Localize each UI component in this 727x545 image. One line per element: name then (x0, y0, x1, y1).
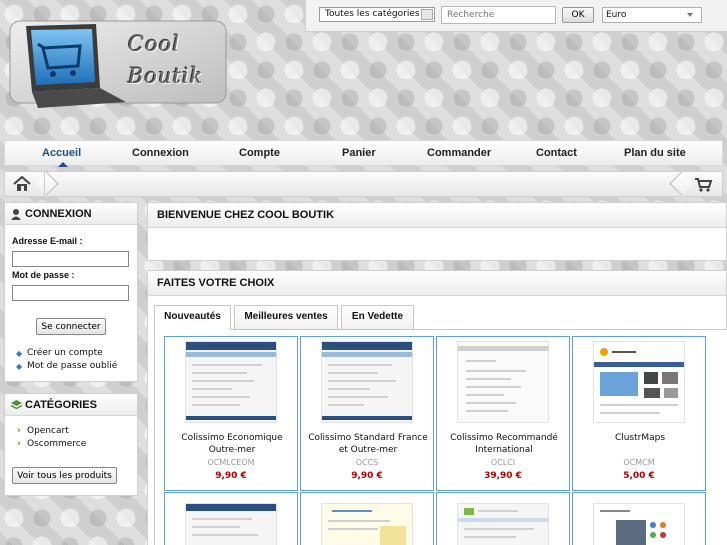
all-products-button[interactable]: Voir tous les produits (12, 467, 117, 484)
user-icon (11, 209, 21, 220)
product-price: 5,00 € (623, 471, 655, 481)
welcome-panel: BIENVENUE CHEZ COOL BOUTIK (147, 202, 727, 261)
search-ok-button[interactable]: OK (562, 7, 594, 23)
product-price: 9,90 € (215, 471, 247, 481)
cart-icon (695, 178, 713, 192)
product-name[interactable]: ClustrMaps (576, 432, 704, 444)
chevron-down-icon (687, 13, 693, 17)
search-input[interactable] (441, 6, 556, 24)
category-item-opencart[interactable]: › Opencart (16, 426, 69, 436)
product-card[interactable]: Colissimo Recommandé International OCLCI… (436, 336, 570, 491)
choice-title: FAITES VOTRE CHOIX (148, 271, 726, 296)
logo-text-line1: Cool (128, 32, 181, 56)
product-thumbnail[interactable] (593, 341, 685, 423)
nav-item-compte[interactable]: Compte (239, 147, 280, 159)
nav-item-panier[interactable]: Panier (342, 147, 376, 159)
category-label: Opencart (27, 426, 69, 436)
tab-meilleures-ventes[interactable]: Meilleures ventes (234, 305, 338, 329)
product-name[interactable]: Colissimo Economique Outre-mer (168, 432, 296, 456)
forgot-password-link[interactable]: ◆ Mot de passe oublié (16, 361, 117, 371)
top-search-bar: Toutes les catégories OK Euro (305, 0, 727, 32)
nav-item-accueil[interactable]: Accueil (42, 147, 81, 159)
site-logo[interactable]: Cool Boutik (8, 18, 230, 113)
product-card[interactable] (164, 492, 298, 545)
product-thumbnail[interactable] (593, 503, 685, 545)
tab-en-vedette[interactable]: En Vedette (341, 305, 414, 329)
category-item-oscommerce[interactable]: › Oscommerce (16, 439, 86, 449)
diamond-bullet-icon: ◆ (16, 349, 23, 358)
tab-nouveautes[interactable]: Nouveautés (154, 305, 231, 330)
currency-select-value: Euro (606, 10, 627, 20)
product-thumbnail[interactable] (185, 503, 277, 545)
login-box: CONNEXION Adresse E-mail : Mot de passe … (4, 202, 138, 382)
nav-item-commander[interactable]: Commander (427, 147, 491, 159)
nav-item-plan-du-site[interactable]: Plan du site (624, 147, 686, 159)
login-box-header: CONNEXION (5, 203, 137, 225)
product-thumbnail[interactable] (457, 503, 549, 545)
categories-icon (10, 400, 23, 410)
product-thumbnail[interactable] (185, 341, 277, 423)
category-select-value: Toutes les catégories (325, 9, 420, 19)
forgot-password-label: Mot de passe oublié (27, 361, 118, 371)
email-label: Adresse E-mail : (12, 236, 83, 246)
product-card[interactable] (436, 492, 570, 545)
product-card[interactable] (572, 492, 706, 545)
categories-box-header: CATÉGORIES (5, 394, 137, 416)
product-code: OCMCM (623, 458, 655, 467)
product-card[interactable]: Colissimo Economique Outre-mer OCMLCEOM … (164, 336, 298, 491)
product-price: 39,90 € (484, 471, 522, 481)
home-icon (13, 176, 31, 191)
login-title: CONNEXION (25, 208, 92, 220)
product-thumbnail[interactable] (321, 503, 413, 545)
chevron-right-icon: › (17, 426, 21, 436)
breadcrumb (4, 171, 723, 197)
product-price: 9,90 € (351, 471, 383, 481)
password-label: Mot de passe : (12, 270, 75, 280)
product-code: OCMLCEOM (207, 458, 255, 467)
nav-item-contact[interactable]: Contact (536, 147, 577, 159)
product-card[interactable]: Colissimo Standard France et Outre-mer O… (300, 336, 434, 491)
chevron-down-icon (421, 9, 433, 20)
categories-box: CATÉGORIES › Opencart › Oscommerce Voir … (4, 393, 138, 496)
categories-title: CATÉGORIES (25, 399, 97, 411)
category-select[interactable]: Toutes les catégories (319, 7, 435, 22)
logo-text-line2: Boutik (128, 64, 204, 88)
currency-select[interactable]: Euro (602, 7, 702, 23)
active-indicator-icon (58, 162, 68, 167)
chevron-right-icon: › (17, 439, 21, 449)
product-thumbnail[interactable] (321, 341, 413, 423)
breadcrumb-home[interactable] (5, 172, 45, 196)
diamond-bullet-icon: ◆ (16, 362, 23, 371)
product-card[interactable]: ClustrMaps OCMCM 5,00 € (572, 336, 706, 491)
create-account-link[interactable]: ◆ Créer un compte (16, 348, 103, 358)
product-name[interactable]: Colissimo Recommandé International (440, 432, 568, 456)
login-submit-button[interactable]: Se connecter (36, 318, 106, 335)
breadcrumb-cart[interactable] (682, 172, 722, 196)
email-field[interactable] (12, 251, 129, 267)
product-card[interactable] (300, 492, 434, 545)
welcome-title: BIENVENUE CHEZ COOL BOUTIK (148, 203, 726, 228)
main-navigation: Accueil Connexion Compte Panier Commande… (4, 140, 723, 167)
nav-item-connexion[interactable]: Connexion (132, 147, 189, 159)
category-label: Oscommerce (27, 439, 87, 449)
product-code: OCLCI (490, 458, 516, 467)
product-thumbnail[interactable] (457, 341, 549, 423)
create-account-label: Créer un compte (27, 348, 103, 358)
product-code: OCCS (355, 458, 379, 467)
product-name[interactable]: Colissimo Standard France et Outre-mer (304, 432, 432, 456)
password-field[interactable] (12, 285, 129, 301)
